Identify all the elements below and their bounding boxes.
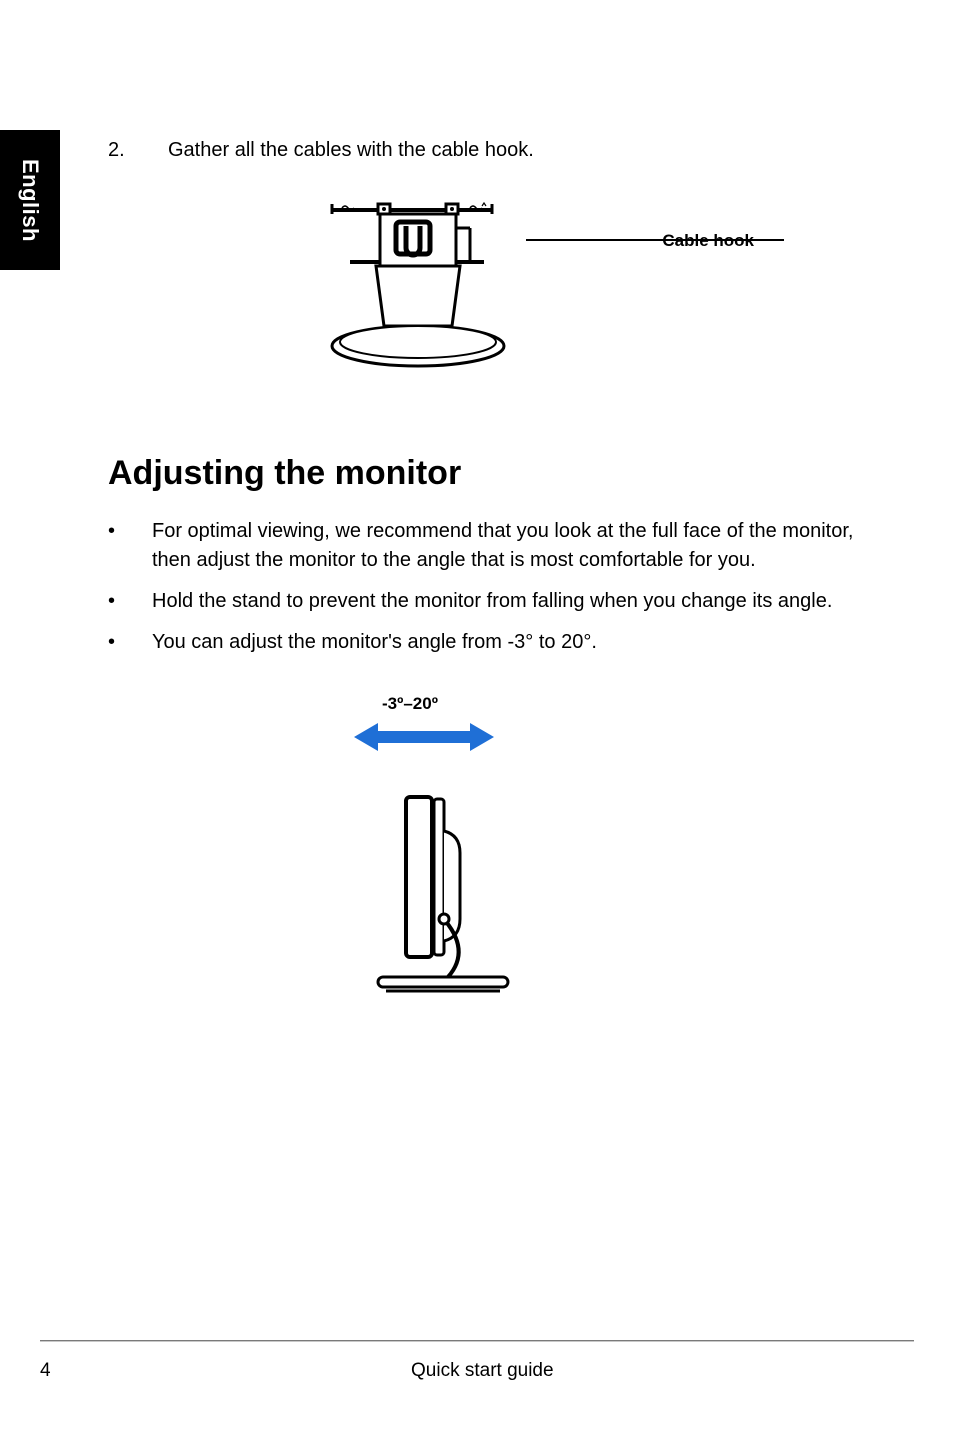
figure-tilt: -3º–20º [344, 697, 544, 1022]
figure-cable-hook: Cable hook [328, 200, 748, 370]
bullet-text: You can adjust the monitor's angle from … [152, 628, 597, 657]
footer-title: Quick start guide [51, 1360, 914, 1382]
language-tab: English [0, 130, 60, 270]
double-arrow-icon [354, 723, 494, 751]
section-heading: Adjusting the monitor [108, 454, 888, 493]
bullet-list: • For optimal viewing, we recommend that … [108, 517, 888, 657]
step-text: Gather all the cables with the cable hoo… [168, 136, 534, 164]
monitor-rear-illustration [328, 200, 568, 370]
bullet-text: For optimal viewing, we recommend that y… [152, 517, 888, 575]
bullet-dot: • [108, 587, 124, 616]
page-number: 4 [40, 1360, 51, 1382]
tilt-range-label: -3º–20º [382, 694, 438, 714]
bullet-dot: • [108, 628, 124, 657]
language-label: English [17, 159, 43, 242]
step-item: 2. Gather all the cables with the cable … [108, 136, 888, 164]
monitor-side-illustration [344, 697, 544, 1022]
list-item: • You can adjust the monitor's angle from… [108, 628, 888, 657]
page-footer: 4 Quick start guide [40, 1360, 914, 1382]
footer-divider [40, 1340, 914, 1342]
bullet-text: Hold the stand to prevent the monitor fr… [152, 587, 832, 616]
list-item: • Hold the stand to prevent the monitor f… [108, 587, 888, 616]
list-item: • For optimal viewing, we recommend that … [108, 517, 888, 575]
bullet-dot: • [108, 517, 124, 575]
figure-callout-label: Cable hook [662, 231, 754, 251]
step-number: 2. [108, 136, 134, 164]
